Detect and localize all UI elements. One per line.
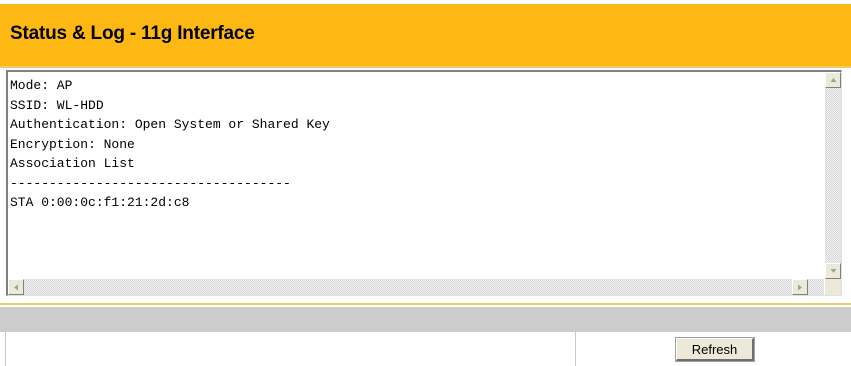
- log-line-authentication: Authentication: Open System or Shared Ke…: [10, 117, 330, 132]
- log-line-separator: ------------------------------------: [10, 175, 291, 191]
- log-content: Mode: AP SSID: WL-HDD Authentication: Op…: [10, 76, 820, 213]
- log-line-encryption: Encryption: None: [10, 136, 135, 152]
- scroll-up-button[interactable]: [825, 72, 841, 88]
- log-textarea[interactable]: Mode: AP SSID: WL-HDD Authentication: Op…: [6, 70, 842, 296]
- arrow-up-icon: [830, 78, 837, 82]
- refresh-button[interactable]: Refresh: [676, 338, 754, 361]
- log-line-mode: Mode: AP: [10, 78, 73, 93]
- arrow-left-icon: [14, 284, 18, 291]
- footer-divider: [0, 303, 851, 305]
- page-title: Status & Log - 11g Interface: [10, 23, 255, 44]
- status-log-page: Status & Log - 11g Interface Mode: AP SS…: [0, 0, 851, 366]
- scrollbar-corner: [825, 279, 841, 295]
- scroll-left-button[interactable]: [8, 279, 24, 295]
- gray-separator-bar: [0, 307, 851, 332]
- button-row: Refresh: [0, 332, 851, 366]
- vertical-scrollbar[interactable]: [825, 72, 841, 279]
- header-divider: [0, 66, 851, 68]
- scroll-down-button[interactable]: [825, 263, 841, 279]
- empty-cell: [5, 332, 576, 366]
- arrow-right-icon: [798, 284, 802, 291]
- horizontal-scrollbar[interactable]: [8, 279, 824, 295]
- arrow-down-icon: [830, 269, 837, 273]
- log-line-association-list: Association List: [10, 156, 135, 171]
- log-line-ssid: SSID: WL-HDD: [10, 97, 104, 113]
- log-line-station: STA 0:00:0c:f1:21:2d:c8: [10, 195, 190, 210]
- header-bar: Status & Log - 11g Interface: [0, 4, 851, 66]
- scroll-right-button[interactable]: [792, 279, 808, 295]
